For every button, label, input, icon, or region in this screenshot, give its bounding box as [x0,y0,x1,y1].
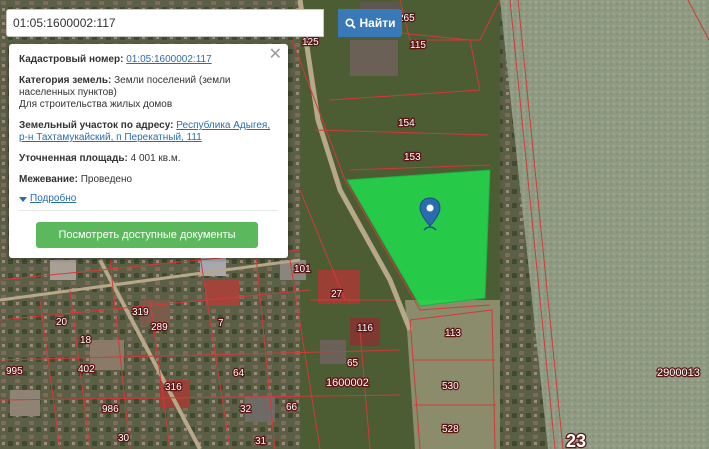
label-154: 154 [398,118,415,129]
cadastral-row: Кадастровый номер: 01:05:1600002:117 [19,54,278,66]
search-button-label: Найти [359,16,396,30]
label-113: 113 [445,328,461,339]
view-documents-label: Посмотреть доступные документы [58,229,236,241]
label-1600002: 1600002 [326,377,369,389]
label-23: 23 [566,431,586,449]
label-64: 64 [233,368,245,379]
divider [19,210,278,211]
label-319: 319 [132,307,149,318]
category-row: Категория земель: Земли поселений (земли… [19,75,278,111]
label-115: 115 [410,40,426,51]
use-value: Для строительства жилых домов [19,99,173,110]
label-65: 65 [347,358,359,369]
label-528: 528 [442,424,459,435]
details-label: Подробно [30,193,77,204]
area-row: Уточненная площадь: 4 001 кв.м. [19,153,278,165]
label-530: 530 [442,381,459,392]
address-row: Земельный участок по адресу: Республика … [19,120,278,144]
label-27: 27 [331,289,343,300]
label-7: 7 [218,318,224,329]
label-30: 30 [118,433,130,444]
label-125: 125 [302,37,319,48]
search-icon [344,17,356,29]
label-2900013: 2900013 [657,367,700,379]
label-986: 986 [102,404,119,415]
label-32: 32 [240,404,252,415]
label-116: 116 [357,323,373,334]
details-toggle[interactable]: Подробно [19,193,278,205]
search-button[interactable]: Найти [338,9,402,37]
label-20: 20 [56,317,68,328]
search-input[interactable] [6,9,324,37]
survey-value: Проведено [80,174,133,185]
close-icon[interactable]: ✕ [269,47,282,63]
label-101: 101 [294,264,311,275]
cadastral-link[interactable]: 01:05:1600002:117 [126,54,211,65]
view-documents-button[interactable]: Посмотреть доступные документы [36,222,258,248]
caret-down-icon [19,196,27,202]
address-label: Земельный участок по адресу: [19,120,174,131]
category-label: Категория земель: [19,75,112,86]
area-value: 4 001 кв.м. [130,153,181,164]
search-bar: Найти [6,9,402,37]
area-label: Уточненная площадь: [19,153,128,164]
label-153: 153 [404,152,421,163]
label-316: 316 [165,382,182,393]
label-402: 402 [78,364,95,375]
label-66: 66 [286,402,298,413]
label-31: 31 [255,436,267,447]
label-18: 18 [80,335,92,346]
survey-label: Межевание: [19,174,78,185]
label-289: 289 [151,322,168,333]
survey-row: Межевание: Проведено [19,174,278,186]
cadastral-label: Кадастровый номер: [19,54,124,65]
label-995: 995 [6,366,23,377]
parcel-info-card: ✕ Кадастровый номер: 01:05:1600002:117 К… [9,44,288,258]
